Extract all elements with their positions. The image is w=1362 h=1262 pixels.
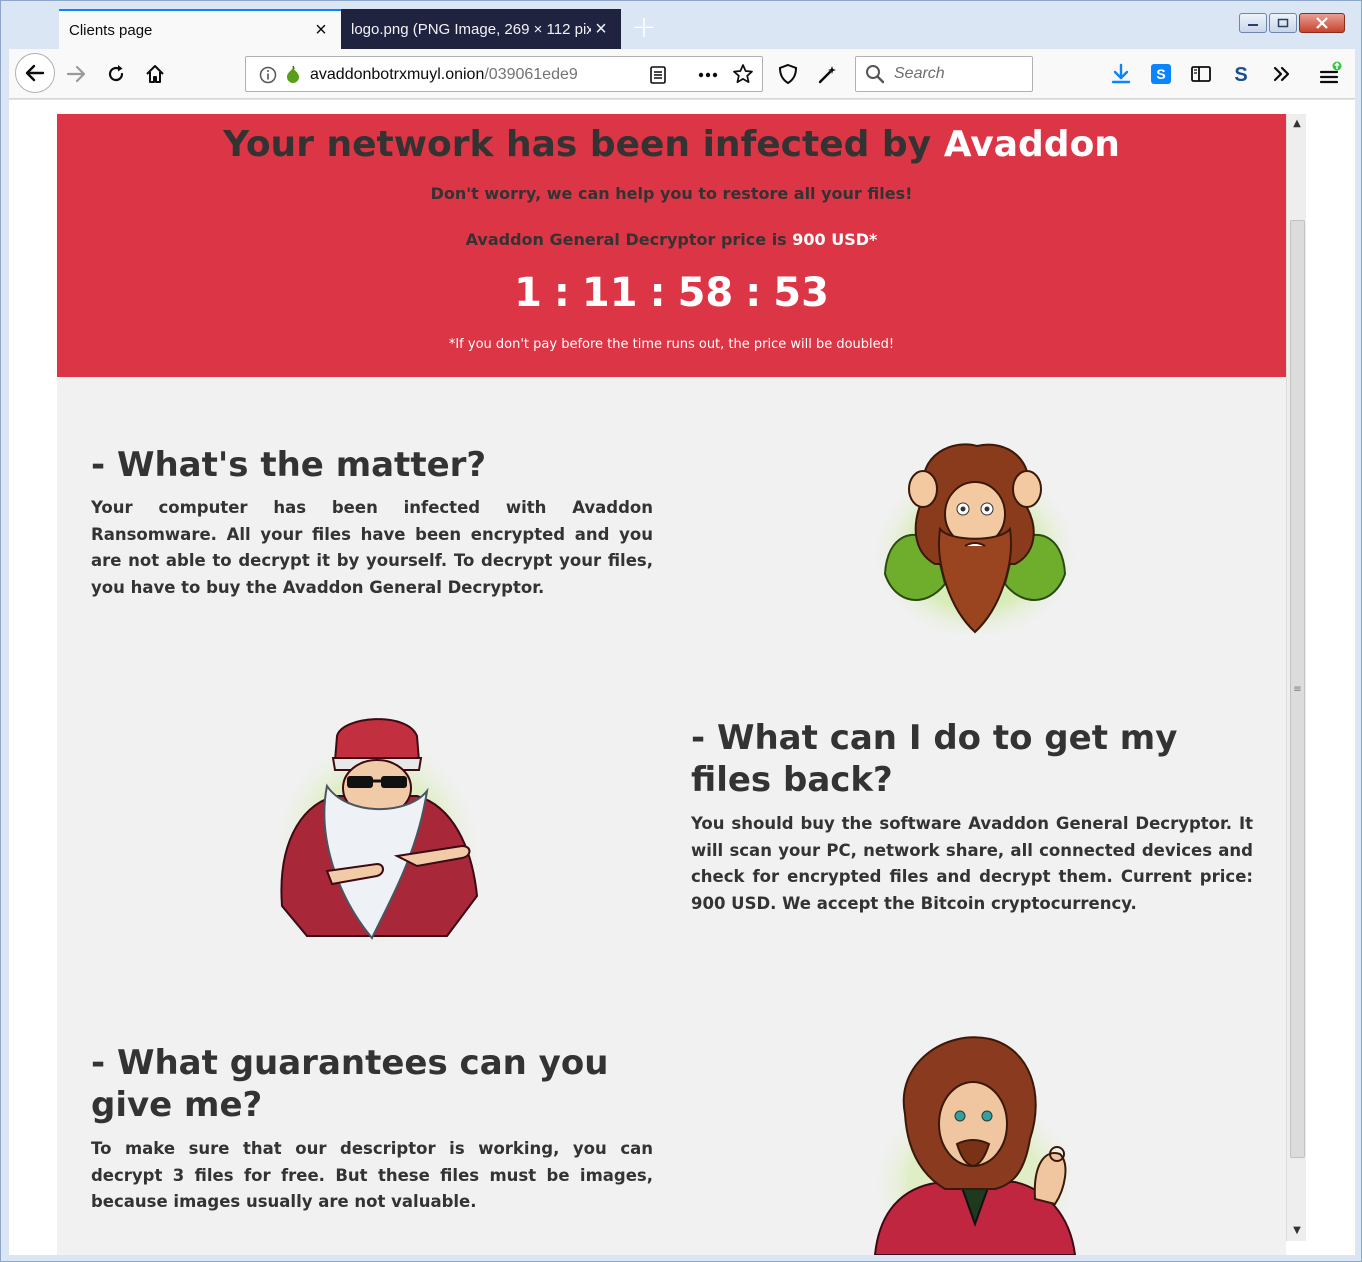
ransom-page: Your network has been infected by Avaddo…	[57, 114, 1286, 1255]
close-icon	[1316, 17, 1328, 29]
web-content: Your network has been infected by Avaddo…	[9, 100, 1355, 1255]
scroll-up-arrow[interactable]: ▲	[1287, 114, 1307, 134]
banner-title-brand: Avaddon	[943, 124, 1120, 165]
back-button[interactable]	[15, 53, 55, 93]
tracking-protection-button[interactable]	[773, 59, 803, 89]
url-path: /039061ede9	[484, 66, 578, 83]
countdown-minutes: 58	[677, 270, 734, 316]
section-body-guarantees: To make sure that our descriptor is work…	[91, 1139, 653, 1211]
forward-button[interactable]	[61, 59, 91, 89]
countdown-separator: :	[745, 270, 762, 316]
tab-label: logo.png (PNG Image, 269 × 112 pixels)	[351, 20, 591, 38]
minimize-icon	[1248, 24, 1258, 26]
banner-note: *If you don't pay before the time runs o…	[448, 337, 895, 352]
search-icon	[866, 65, 885, 84]
more-icon[interactable]	[696, 65, 720, 85]
forward-icon	[66, 65, 86, 83]
vertical-scrollbar[interactable]: ▲ ≡ ▼	[1286, 114, 1306, 1241]
close-window-button[interactable]	[1299, 13, 1345, 33]
sidebar-button[interactable]	[1186, 59, 1216, 89]
scroll-thumb[interactable]: ≡	[1290, 220, 1305, 1158]
search-input[interactable]	[894, 65, 1024, 83]
download-icon	[1111, 63, 1131, 84]
onion-icon	[287, 65, 299, 83]
customize-icon	[818, 66, 836, 84]
svg-text:S: S	[1156, 66, 1165, 82]
reader-icon[interactable]	[648, 65, 668, 85]
s-extension-button[interactable]: S	[1226, 59, 1256, 89]
tab-clients-page[interactable]: Clients page ×	[59, 9, 341, 49]
tab-logo-image[interactable]: logo.png (PNG Image, 269 × 112 pixels) ×	[341, 9, 621, 49]
tab-strip: Clients page × logo.png (PNG Image, 269 …	[9, 7, 1355, 49]
browser-window: Clients page × logo.png (PNG Image, 269 …	[0, 0, 1362, 1262]
svg-text:S: S	[1234, 64, 1247, 85]
s-icon: S	[1234, 64, 1247, 85]
banner-title: Your network has been infected by Avaddo…	[57, 124, 1286, 165]
new-tab-button[interactable]: +	[629, 13, 659, 43]
shield-icon	[778, 63, 798, 85]
info-icon[interactable]	[258, 65, 278, 85]
grip-icon: ≡	[1293, 683, 1302, 695]
scroll-down-arrow[interactable]: ▼	[1287, 1221, 1307, 1241]
price-label: Avaddon General Decryptor price is	[465, 230, 793, 249]
section-body-matter: Your computer has been infected with Ava…	[91, 498, 653, 597]
wizard-sunglasses-illustration	[269, 718, 485, 943]
banner-title-text: Your network has been infected by	[223, 124, 944, 165]
search-bar[interactable]	[855, 56, 1033, 92]
overflow-button[interactable]	[1267, 59, 1297, 89]
maximize-icon	[1277, 18, 1289, 28]
downloads-button[interactable]	[1106, 59, 1136, 89]
countdown-hours: 11	[581, 270, 638, 316]
price-line: Avaddon General Decryptor price is 900 U…	[57, 230, 1286, 249]
back-icon	[25, 64, 45, 82]
navigation-toolbar: avaddonbotrxmuyl.onion/039061ede9 S S	[9, 49, 1355, 99]
window-controls	[1239, 13, 1345, 33]
tab-label: Clients page	[69, 21, 153, 39]
close-tab-icon[interactable]: ×	[311, 20, 331, 40]
customize-button[interactable]	[813, 59, 843, 89]
section-title-matter: - What's the matter?	[91, 445, 487, 485]
bookmark-star-icon[interactable]	[732, 63, 754, 85]
countdown-separator: :	[553, 270, 570, 316]
overflow-icon	[1273, 66, 1290, 82]
infection-banner: Your network has been infected by Avaddo…	[57, 114, 1286, 377]
url-host: avaddonbotrxmuyl.onion	[310, 66, 485, 83]
minimize-button[interactable]	[1239, 13, 1267, 33]
countdown-seconds: 53	[773, 270, 829, 316]
sidebar-icon	[1191, 66, 1211, 82]
menu-button[interactable]	[1315, 59, 1345, 89]
maximize-button[interactable]	[1269, 13, 1297, 33]
section-body-recovery: You should buy the software Avaddon Gene…	[691, 814, 1253, 913]
skype-extension-button[interactable]: S	[1146, 59, 1176, 89]
section-title-guarantees: - What guarantees can you give me?	[91, 1043, 609, 1125]
home-button[interactable]	[140, 59, 170, 89]
reload-icon	[108, 65, 124, 82]
price-amount: 900 USD*	[792, 230, 878, 249]
countdown-separator: :	[649, 270, 666, 316]
menu-icon	[1319, 61, 1342, 84]
banner-subtitle: Don't worry, we can help you to restore …	[430, 184, 913, 203]
bearded-man-illustration	[867, 443, 1083, 634]
section-title-recovery: - What can I do to get my files back?	[691, 718, 1178, 800]
long-haired-man-illustration	[867, 1036, 1083, 1255]
countdown-days: 1	[514, 270, 542, 316]
close-tab-icon[interactable]: ×	[591, 19, 611, 39]
home-icon	[146, 65, 164, 83]
skype-icon: S	[1151, 64, 1171, 84]
countdown-timer: 1:11:58:53	[57, 270, 1286, 316]
reload-button[interactable]	[101, 59, 131, 89]
url-text[interactable]: avaddonbotrxmuyl.onion/039061ede9	[310, 66, 600, 84]
address-bar[interactable]: avaddonbotrxmuyl.onion/039061ede9	[245, 56, 763, 92]
